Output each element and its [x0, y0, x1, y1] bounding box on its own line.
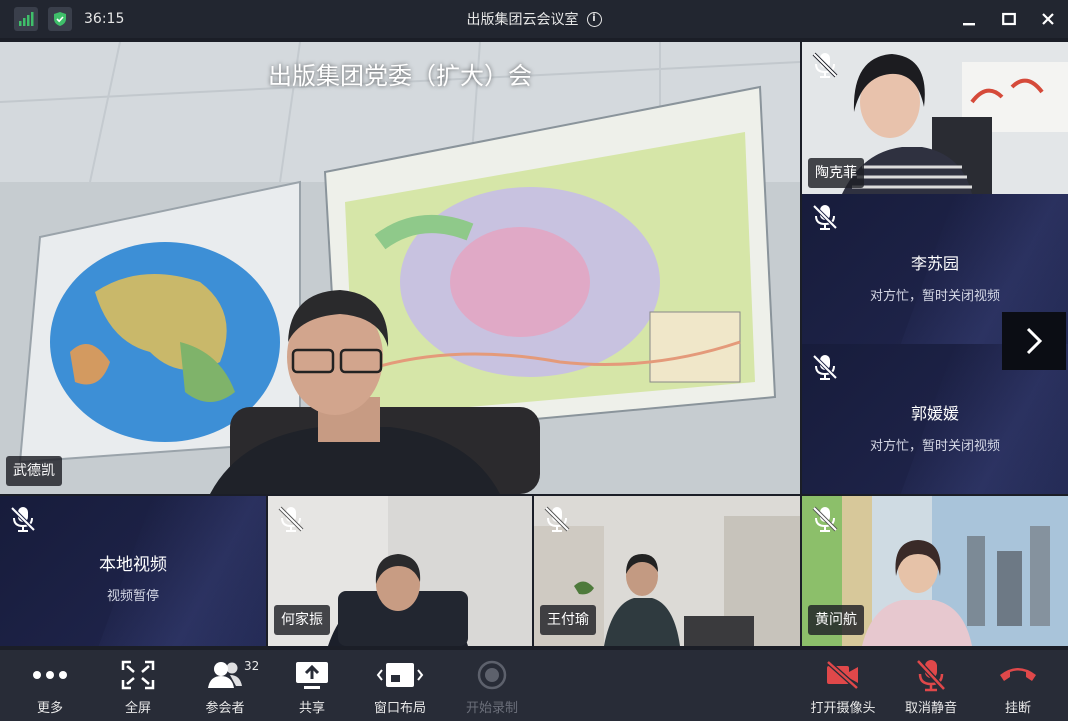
side-tile-2-name: 李苏园 [910, 254, 959, 273]
record-icon [477, 660, 507, 690]
muted-mic-icon [812, 204, 838, 230]
muted-mic-icon [278, 506, 304, 532]
start-recording-button[interactable]: 开始录制 [452, 650, 532, 721]
main-video-nametag: 武德凯 [6, 456, 62, 486]
title-bar: 36:15 出版集团云会议室 i [0, 0, 1068, 38]
chevron-right-icon [1026, 327, 1043, 355]
bottom-tile-2-nametag: 何家振 [274, 605, 330, 635]
main-video-feed [0, 42, 800, 494]
bottom-tile-4-nametag: 黄问航 [808, 605, 864, 635]
muted-mic-icon [812, 354, 838, 380]
muted-mic-icon [812, 506, 838, 532]
bottom-tile-3[interactable]: 王付瑜 [534, 496, 800, 646]
muted-mic-icon [10, 506, 36, 532]
bottom-tile-4[interactable]: 黄问航 [802, 496, 1068, 646]
fullscreen-icon [121, 660, 155, 690]
more-button[interactable]: 更多 [10, 650, 90, 721]
video-stage: 出版集团党委（扩大）会 武德凯 陶克菲 李苏园 对方忙，暂时关闭视频 郭媛媛 对… [0, 38, 1068, 650]
hangup-button[interactable]: 挂断 [978, 650, 1058, 721]
participants-icon [208, 662, 242, 688]
side-tile-1-nametag: 陶克菲 [808, 158, 864, 188]
camera-off-icon [826, 660, 859, 690]
muted-mic-icon [544, 506, 570, 532]
participant-count-badge: 32 [244, 659, 260, 673]
next-page-button[interactable] [1002, 312, 1066, 370]
unmute-button[interactable]: 取消静音 [891, 650, 971, 721]
muted-mic-icon [812, 52, 838, 78]
open-camera-button[interactable]: 打开摄像头 [803, 650, 883, 721]
layout-button[interactable]: 窗口布局 [360, 650, 440, 721]
meeting-toolbar: 更多 全屏 参会者 共享 窗口布局 开始录制 打开摄像头 取消静音 挂断 [0, 650, 1068, 721]
local-video-name: 本地视频 [99, 555, 167, 575]
layout-icon [376, 663, 424, 687]
bottom-tile-3-nametag: 王付瑜 [540, 605, 596, 635]
bottom-tile-2[interactable]: 何家振 [268, 496, 532, 646]
side-tile-1[interactable]: 陶克菲 [802, 42, 1068, 194]
side-tile-3-status: 对方忙，暂时关闭视频 [869, 439, 1000, 454]
hangup-phone-icon [1000, 668, 1036, 681]
bottom-tile-local[interactable]: 本地视频 视频暂停 [0, 496, 266, 646]
local-video-status: 视频暂停 [106, 589, 159, 604]
share-screen-icon [296, 662, 328, 689]
fullscreen-button[interactable]: 全屏 [98, 650, 178, 721]
side-tile-2-status: 对方忙，暂时关闭视频 [869, 289, 1000, 304]
close-button[interactable] [1035, 6, 1061, 32]
side-tile-3-name: 郭媛媛 [910, 404, 959, 423]
mic-muted-icon [916, 659, 946, 692]
more-dots-icon [33, 671, 67, 679]
main-video-tile[interactable]: 出版集团党委（扩大）会 武德凯 [0, 42, 800, 494]
maximize-button[interactable] [996, 6, 1022, 32]
minimize-button[interactable] [956, 6, 982, 32]
share-button[interactable]: 共享 [272, 650, 352, 721]
info-icon[interactable]: i [586, 11, 602, 27]
main-video-caption: 出版集团党委（扩大）会 [268, 62, 532, 90]
meeting-title: 出版集团云会议室 [466, 12, 579, 28]
